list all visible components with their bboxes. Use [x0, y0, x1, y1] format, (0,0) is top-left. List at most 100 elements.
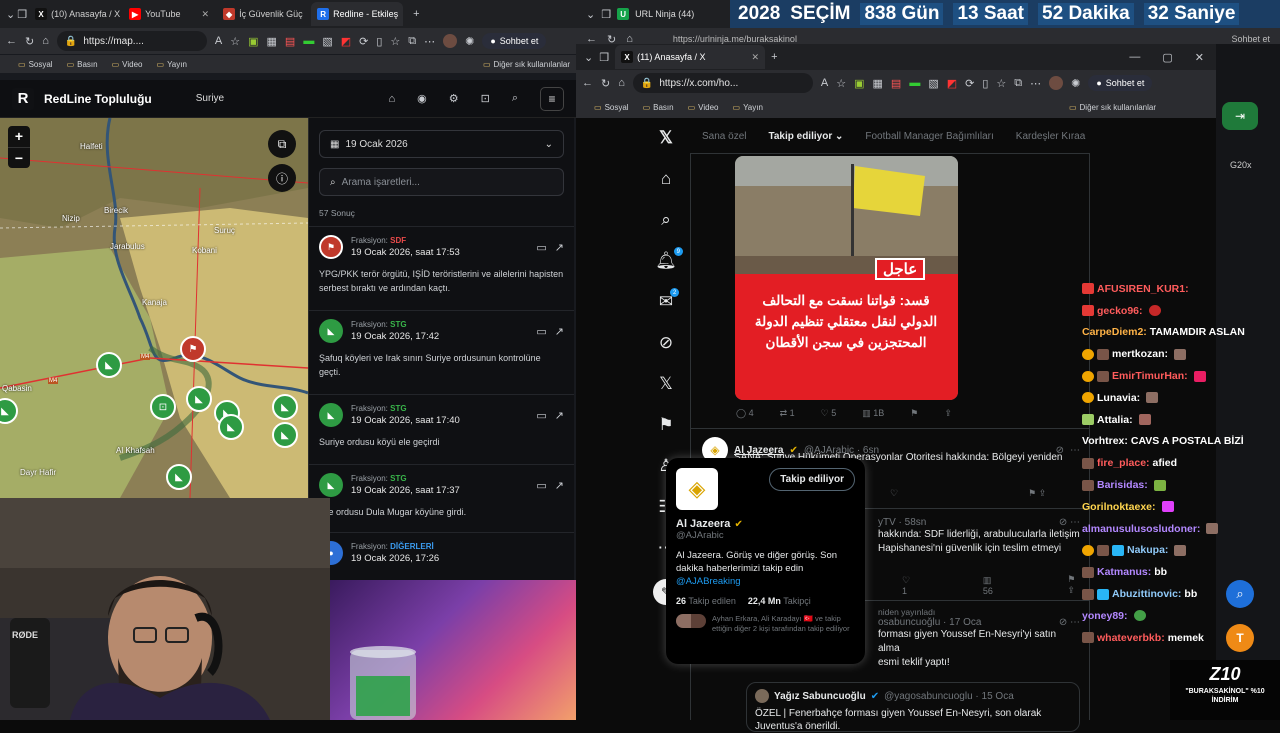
external-link-icon[interactable]: ↗	[555, 409, 564, 422]
sdf-marker[interactable]: ⚑	[180, 336, 206, 362]
refresh-icon[interactable]: ↻	[25, 35, 34, 48]
grok-icon[interactable]: ⊘	[659, 333, 673, 353]
new-tab-icon[interactable]: +	[413, 8, 419, 20]
extension-icon[interactable]: ▦	[267, 35, 277, 48]
gear-icon[interactable]: ⚙	[449, 92, 459, 105]
tab-list-football[interactable]: Football Manager Bağımlıları	[865, 131, 993, 142]
chat-button[interactable]: ●Sohbet et	[482, 33, 546, 49]
bookmark-folder[interactable]: ▭Video	[112, 60, 143, 69]
tab-youtube[interactable]: ▶YouTube✕	[123, 2, 215, 26]
back-chat-button[interactable]: Sohbet et	[1231, 34, 1270, 44]
extension-icon[interactable]: ▬	[909, 77, 920, 89]
profile-name[interactable]: Al Jazeera	[676, 518, 730, 530]
more-icon[interactable]: ⋯	[424, 35, 435, 48]
views-button[interactable]: ▥ 56	[983, 575, 998, 596]
camera-icon[interactable]: ⊡	[481, 92, 490, 105]
right-url-field[interactable]: 🔒https://x.com/ho...	[633, 73, 813, 93]
other-bookmarks[interactable]: ▭Diğer sık kullanılanlar	[483, 60, 570, 69]
extension-icon[interactable]: ▧	[928, 77, 938, 90]
extension-icon[interactable]: ◩	[341, 35, 351, 48]
premium-x-icon[interactable]: 𝕏	[659, 374, 673, 394]
zoom-in-button[interactable]: +	[8, 126, 30, 147]
map-view[interactable]: Halfeti Nizip Birecik Suruç Kobani Jarab…	[0, 118, 308, 498]
event-card[interactable]: ◣Fraksiyon: STG19 Ocak 2026, saat 17:37▭…	[309, 464, 574, 532]
search-icon[interactable]: ⌕	[512, 92, 518, 105]
news-image[interactable]: عاجل قسد: قواتنا نسقت مع التحالف الدولي …	[735, 156, 958, 400]
follow-button[interactable]: Takip ediliyor	[769, 468, 855, 491]
bookmark-folder[interactable]: ▭Sosyal	[594, 103, 629, 112]
stg-marker[interactable]: ◣	[272, 394, 298, 420]
tab-actions-icon[interactable]: ⌄	[584, 51, 593, 64]
zoom-out-button[interactable]: −	[8, 147, 30, 169]
tab-security[interactable]: ◆İç Güvenlik Güç✕	[217, 2, 309, 26]
map-pin-icon[interactable]: ◉	[417, 92, 427, 105]
event-card[interactable]: ⚑Fraksiyon: SDF19 Ocak 2026, saat 17:53▭…	[309, 226, 574, 310]
video-icon[interactable]: ▭	[536, 479, 546, 492]
search-icon[interactable]: ⌕	[661, 210, 671, 230]
event-card[interactable]: ◣Fraksiyon: STG19 Ocak 2026, 17:42▭↗ Şaf…	[309, 310, 574, 394]
repost-button[interactable]: ⇄ 1	[780, 408, 795, 419]
bookmark-button[interactable]: ⚑ ⇪	[1067, 574, 1080, 596]
bookmark-folder[interactable]: ▭Basın	[643, 103, 674, 112]
home-icon[interactable]: ⌂	[661, 169, 671, 189]
other-bookmarks[interactable]: ▭Diğer sık kullanılanlar	[1069, 103, 1156, 112]
bookmark-folder[interactable]: ▭Yayın	[733, 103, 763, 112]
bookmark-folder[interactable]: ▭Sosyal	[18, 60, 53, 69]
event-card[interactable]: ●Fraksiyon: DİĞERLERİ19 Ocak 2026, 17:26	[309, 532, 574, 562]
close-icon[interactable]: ✕	[202, 9, 210, 20]
more-icon[interactable]: ⋯	[1030, 77, 1041, 90]
region-label[interactable]: Suriye	[196, 93, 224, 104]
left-url-field[interactable]: 🔒https://map....	[57, 31, 207, 51]
extension-icon[interactable]: ◩	[947, 77, 957, 90]
home-icon[interactable]: ⌂	[42, 35, 49, 47]
bookmark-folder[interactable]: ▭Yayın	[157, 60, 187, 69]
tab-for-you[interactable]: Sana özel	[702, 131, 746, 142]
bookmark-folder[interactable]: ▭Basın	[67, 60, 98, 69]
tab-x-home[interactable]: X(11) Anasayfa / X✕	[615, 45, 765, 69]
tab-actions-icon[interactable]: ⌄	[6, 8, 15, 21]
like-button[interactable]: ♡ 1	[902, 575, 913, 596]
workspaces-icon[interactable]: ❒	[599, 51, 609, 64]
video-icon[interactable]: ▭	[536, 409, 546, 422]
stg-marker[interactable]: ◣	[96, 352, 122, 378]
grok-icon[interactable]: ⊘ ⋯	[1059, 517, 1080, 528]
extension-icon[interactable]: ▣	[248, 35, 258, 48]
marker-search-input[interactable]: ⌕Arama işaretleri...	[319, 168, 564, 196]
split-screen-icon[interactable]: ▯	[376, 35, 382, 48]
close-icon[interactable]: ✕	[752, 52, 760, 63]
read-aloud-icon[interactable]: A	[821, 77, 828, 89]
copilot-icon[interactable]: ✺	[465, 35, 474, 48]
collections-icon[interactable]: ⧉	[1014, 77, 1022, 90]
video-icon[interactable]: ▭	[536, 241, 546, 254]
map-info-button[interactable]: ⓘ	[268, 164, 296, 192]
sidebar-green-button[interactable]: ⇥	[1222, 102, 1258, 130]
notifications-bell-icon[interactable]: 🔔︎9	[655, 251, 677, 271]
back-url-field[interactable]: https://urlninja.me/buraksakinol	[673, 34, 797, 44]
collections-icon[interactable]: ⧉	[408, 35, 416, 48]
stg-marker[interactable]: ◣	[166, 464, 192, 490]
extension-icon[interactable]: ⟳	[359, 35, 368, 48]
site-title[interactable]: RedLine Topluluğu	[44, 92, 152, 106]
bookmark-button[interactable]: ⚑ ⇪	[1028, 488, 1046, 499]
bookmark-button[interactable]: ⚑	[910, 408, 918, 419]
tab-url-ninja[interactable]: URL Ninja (44)	[635, 9, 694, 19]
event-card[interactable]: ◣Fraksiyon: STG19 Ocak 2026, saat 17:40▭…	[309, 394, 574, 464]
external-link-icon[interactable]: ↗	[555, 241, 564, 254]
stg-marker[interactable]: ◣	[218, 414, 244, 440]
read-aloud-icon[interactable]: A	[215, 35, 222, 47]
workspaces-icon[interactable]: ❒	[17, 8, 27, 21]
quoted-post[interactable]: Yağız Sabuncuoğlu ✔ @yagosabuncuoglu · 1…	[746, 682, 1080, 732]
stg-marker[interactable]: ◣	[272, 422, 298, 448]
close-window-icon[interactable]: ✕	[1195, 51, 1204, 64]
followers-count[interactable]: 22,4 Mn Takipçi	[748, 596, 811, 606]
workspaces-icon[interactable]: ❒	[601, 8, 611, 21]
home-icon[interactable]: ⌂	[618, 77, 625, 89]
like-button[interactable]: ♡ 5	[821, 408, 837, 419]
views-button[interactable]: ▥ 1B	[862, 408, 884, 419]
extension-icon[interactable]: ⟳	[965, 77, 974, 90]
chat-button[interactable]: ●Sohbet et	[1088, 75, 1152, 91]
more-icon[interactable]: ⋯	[1070, 445, 1080, 456]
following-count[interactable]: 26 Takip edilen	[676, 596, 736, 606]
reply-button[interactable]: ◯ 4	[736, 408, 754, 419]
favorites-icon[interactable]: ☆	[996, 77, 1006, 90]
